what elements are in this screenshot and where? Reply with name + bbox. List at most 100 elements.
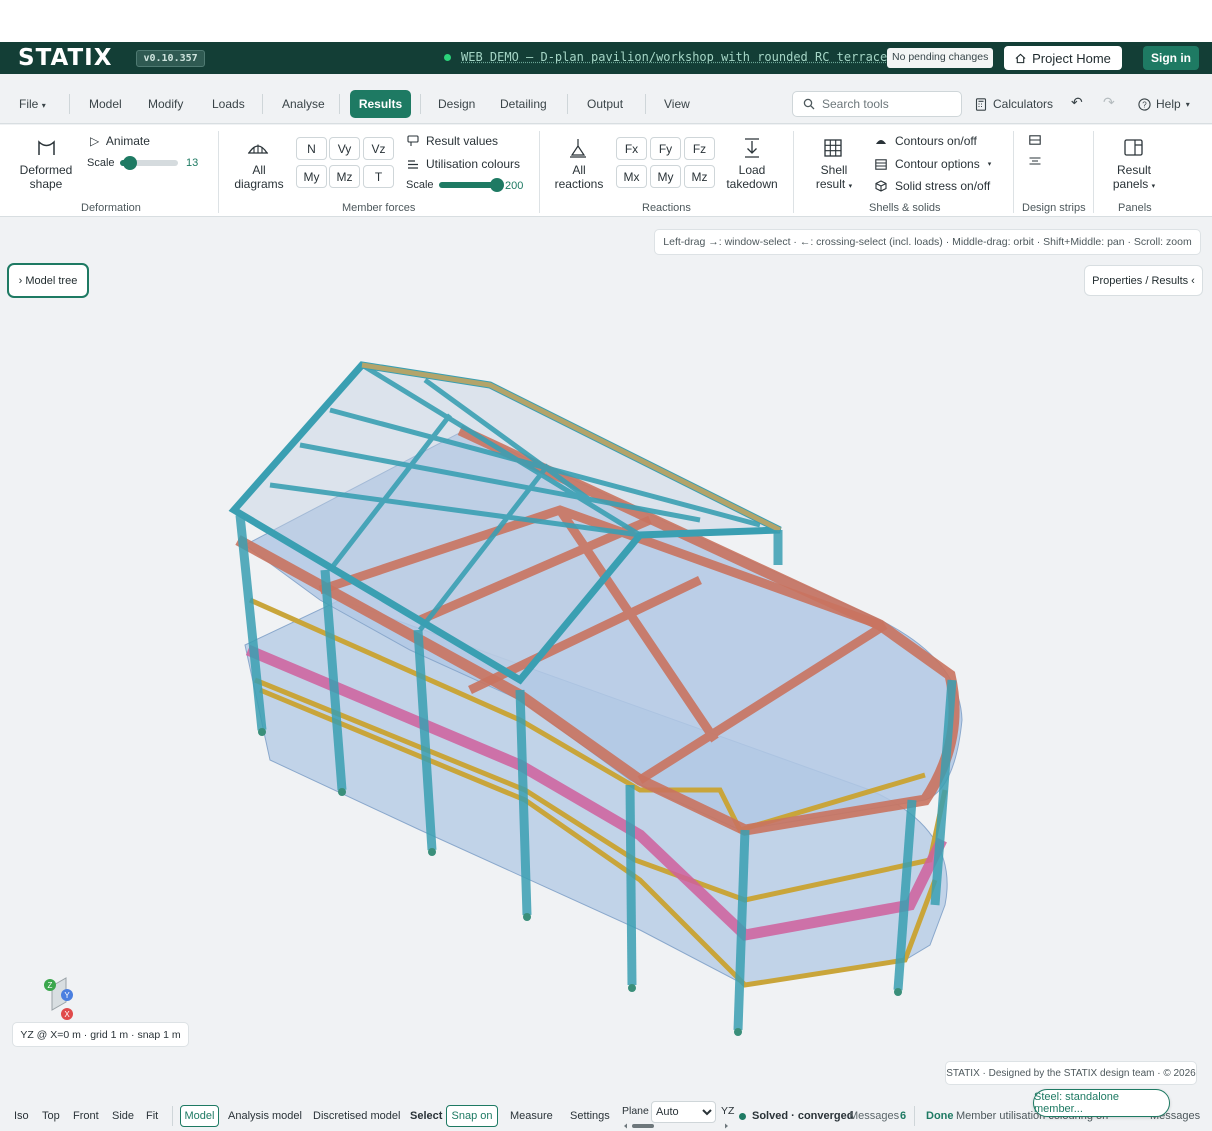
lines-icon — [408, 160, 418, 169]
menu-modify[interactable]: Modify — [148, 97, 183, 111]
horizontal-scrollbar[interactable] — [622, 1122, 730, 1130]
contour-options-button[interactable]: Contour options ▾ — [875, 157, 991, 171]
all-diagrams-button[interactable]: All diagrams — [229, 163, 289, 191]
all-reactions-label: reactions — [554, 177, 604, 191]
navigation-hint: Left-drag →: window-select · ←: crossing… — [654, 229, 1201, 255]
calculators-button[interactable]: Calculators — [975, 97, 1053, 111]
play-icon: ▷ — [90, 134, 100, 148]
view-front-button[interactable]: Front — [73, 1110, 99, 1122]
project-home-button[interactable]: Project Home — [1004, 46, 1122, 70]
messages-label[interactable]: Messages — [849, 1110, 899, 1122]
menu-separator — [567, 94, 568, 114]
load-takedown-button[interactable]: Load takedown — [723, 163, 781, 191]
menu-file[interactable]: File ▾ — [19, 97, 46, 111]
reaction-mz-button[interactable]: Mz — [684, 165, 715, 188]
solid-stress-toggle-button[interactable]: Solid stress on/off — [875, 179, 990, 193]
chevron-down-icon: ▾ — [848, 183, 853, 190]
model-tree-toggle[interactable]: › Model tree — [7, 263, 89, 298]
contours-toggle-button[interactable]: Contours on/off — [875, 134, 977, 148]
menu-view[interactable]: View — [664, 97, 690, 111]
result-panels-button[interactable]: Result panels ▾ — [1104, 163, 1164, 194]
group-label-reactions: Reactions — [642, 202, 691, 214]
fit-view-button[interactable]: Fit — [146, 1110, 158, 1122]
reaction-mx-button[interactable]: Mx — [616, 165, 647, 188]
discretised-model-toggle[interactable]: Discretised model — [313, 1110, 400, 1122]
menu-model[interactable]: Model — [89, 97, 122, 111]
redo-icon[interactable]: ↷ — [1103, 94, 1115, 111]
axis-gizmo: Z Y X — [44, 977, 73, 1020]
ribbon-separator — [1093, 131, 1094, 213]
force-my-button[interactable]: My — [296, 165, 327, 188]
strip-lines-icon[interactable] — [1029, 157, 1041, 165]
menu-output[interactable]: Output — [587, 97, 623, 111]
menu-separator — [420, 94, 421, 114]
force-n-button[interactable]: N — [296, 137, 327, 160]
member-scale-slider[interactable] — [439, 178, 504, 192]
force-vz-button[interactable]: Vz — [363, 137, 394, 160]
reaction-fz-button[interactable]: Fz — [684, 137, 715, 160]
measure-tool[interactable]: Measure — [510, 1110, 553, 1122]
settings-button[interactable]: Settings — [570, 1110, 610, 1122]
messages-count[interactable]: 6 — [900, 1110, 906, 1122]
animate-button[interactable]: ▷ Animate — [90, 134, 150, 148]
force-t-button[interactable]: T — [363, 165, 394, 188]
strip-icon[interactable] — [1029, 135, 1041, 145]
deformed-shape-label: shape — [29, 177, 63, 191]
slider-handle[interactable] — [490, 178, 504, 192]
plane-label: Plane — [622, 1105, 649, 1117]
app-logo: STATIX — [18, 45, 113, 71]
search-icon — [803, 98, 815, 110]
help-icon: ? — [1138, 97, 1151, 111]
axis-x-label: X — [64, 1010, 70, 1019]
menu-design[interactable]: Design — [438, 97, 475, 111]
undo-icon[interactable]: ↶ — [1071, 94, 1083, 111]
result-values-button[interactable]: Result values — [407, 134, 498, 148]
group-label-deformation: Deformation — [81, 202, 141, 214]
deformed-shape-button[interactable]: Deformed shape — [14, 163, 78, 191]
analysis-model-toggle[interactable]: Analysis model — [228, 1110, 302, 1122]
menu-detailing[interactable]: Detailing — [500, 97, 547, 111]
structure-3d-viewport[interactable] — [0, 300, 1212, 1060]
select-tool[interactable]: Select — [410, 1110, 442, 1122]
menu-loads[interactable]: Loads — [212, 97, 245, 111]
force-mz-button[interactable]: Mz — [329, 165, 360, 188]
plane-select[interactable]: Auto — [651, 1101, 716, 1123]
project-title[interactable]: WEB DEMO — D-plan pavilion/workshop with… — [461, 50, 894, 64]
menu-analyse[interactable]: Analyse — [282, 97, 325, 111]
contours-onoff-label: Contours on/off — [895, 134, 977, 148]
reaction-fy-button[interactable]: Fy — [650, 137, 681, 160]
all-reactions-button[interactable]: All reactions — [551, 163, 607, 191]
shell-result-button[interactable]: Shell result ▾ — [806, 163, 862, 194]
solid-stress-label: Solid stress on/off — [895, 179, 991, 193]
utilisation-colours-button[interactable]: Utilisation colours — [407, 157, 520, 171]
group-label-panels: Panels — [1118, 202, 1152, 214]
table-icon — [875, 158, 887, 170]
bottom-toolbar: Iso Top Front Side Fit Model Analysis mo… — [0, 1100, 1212, 1131]
search-input[interactable] — [822, 97, 952, 111]
notification-toast[interactable]: Steel: standalone member... — [1033, 1089, 1170, 1117]
model-view-toggle[interactable]: Model — [180, 1105, 219, 1127]
group-label-member-forces: Member forces — [342, 202, 416, 214]
view-top-button[interactable]: Top — [42, 1110, 60, 1122]
properties-results-toggle[interactable]: Properties / Results ‹ — [1084, 265, 1203, 296]
reaction-my-button[interactable]: My — [650, 165, 681, 188]
sign-in-button[interactable]: Sign in — [1143, 46, 1199, 70]
deformation-scale-slider[interactable] — [120, 156, 178, 170]
view-iso-button[interactable]: Iso — [14, 1110, 29, 1122]
slider-handle[interactable] — [123, 156, 138, 170]
view-side-button[interactable]: Side — [112, 1110, 134, 1122]
solved-status-dot — [739, 1113, 746, 1120]
panel-icon — [1124, 139, 1143, 156]
reaction-fx-button[interactable]: Fx — [616, 137, 647, 160]
plane-axis-label: YZ — [721, 1105, 735, 1117]
all-diagrams-label: All — [252, 163, 266, 177]
load-takedown-icon — [745, 138, 759, 158]
snap-toggle[interactable]: Snap on — [446, 1105, 498, 1127]
menu-separator — [339, 94, 340, 114]
help-menu[interactable]: ? Help ▾ — [1138, 97, 1190, 111]
member-scale-value: 200 — [505, 180, 524, 192]
force-vy-button[interactable]: Vy — [329, 137, 360, 160]
support-reaction-icon — [570, 139, 586, 158]
credit-badge: STATIX · Designed by the STATIX design t… — [945, 1061, 1197, 1085]
menu-results[interactable]: Results — [350, 90, 411, 118]
